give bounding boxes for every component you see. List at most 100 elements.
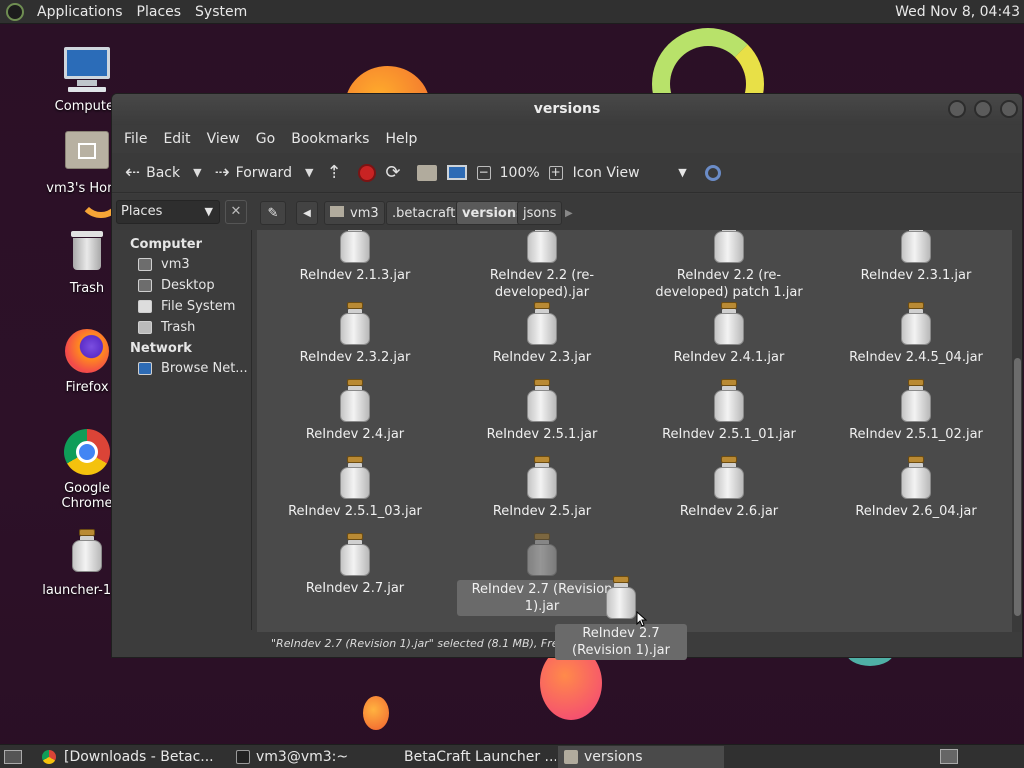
zoom-out-button[interactable]: −	[472, 158, 496, 188]
menu-help[interactable]: Help	[377, 131, 425, 147]
places-menu[interactable]: Places	[130, 0, 189, 24]
sidebar-item-file-system[interactable]: File System	[112, 296, 251, 317]
path-scroll-right-button[interactable]: ▶	[565, 208, 573, 219]
file-item[interactable]: ReIndev 2.5.jar	[457, 456, 627, 520]
mouse-pointer-icon	[636, 611, 648, 627]
file-icon-view[interactable]: ReIndev 2.1.3.jar ReIndev 2.2 (re-develo…	[257, 230, 1012, 632]
forward-button[interactable]: ⇢ Forward	[210, 158, 297, 188]
breadcrumb-label: vm3	[350, 206, 379, 221]
file-item[interactable]: ReIndev 2.3.jar	[457, 302, 627, 366]
zoom-level[interactable]: 100%	[500, 165, 540, 181]
file-item[interactable]: ReIndev 2.4.5_04.jar	[831, 302, 1001, 366]
file-item[interactable]: ReIndev 2.3.2.jar	[270, 302, 440, 366]
menu-edit[interactable]: Edit	[155, 131, 198, 147]
computer-button[interactable]	[442, 158, 472, 188]
reload-button[interactable]: ⟳	[381, 158, 412, 188]
sidebar-item-label: Trash	[161, 320, 196, 335]
file-item[interactable]: ReIndev 2.7.jar	[270, 533, 440, 597]
forward-history-dropdown-icon[interactable]: ▼	[305, 166, 313, 179]
maximize-button[interactable]	[974, 100, 992, 118]
file-item[interactable]: ReIndev 2.6_04.jar	[831, 456, 1001, 520]
file-item[interactable]: ReIndev 2.2 (re-developed) patch 1.jar	[644, 230, 814, 301]
taskbar-item-terminal[interactable]: vm3@vm3:~	[230, 746, 390, 768]
distro-logo-icon[interactable]	[6, 2, 24, 21]
jar-file-icon	[900, 379, 932, 423]
close-button[interactable]	[1000, 100, 1018, 118]
menu-file[interactable]: File	[116, 131, 155, 147]
home-button[interactable]	[412, 158, 442, 188]
home-icon	[416, 164, 437, 181]
system-menu[interactable]: System	[188, 0, 254, 24]
minimize-button[interactable]	[948, 100, 966, 118]
file-name: ReIndev 2.5.1_03.jar	[288, 504, 422, 519]
drive-icon	[138, 300, 152, 313]
view-mode-value: Icon View	[572, 164, 640, 181]
sidebar-item-label: File System	[161, 299, 236, 314]
file-name: ReIndev 2.5.1.jar	[486, 427, 598, 442]
menu-go[interactable]: Go	[248, 131, 283, 147]
view-mode-select[interactable]: Icon View ▼	[568, 158, 692, 188]
top-panel: Applications Places System Wed Nov 8, 04…	[0, 0, 1024, 24]
file-item[interactable]: ReIndev 2.5.1_03.jar	[270, 456, 440, 520]
vertical-scrollbar[interactable]	[1012, 230, 1022, 632]
back-history-dropdown-icon[interactable]: ▼	[193, 166, 201, 179]
up-button[interactable]: ⇡	[321, 158, 352, 188]
search-button[interactable]	[700, 158, 726, 188]
file-item[interactable]: ReIndev 2.4.jar	[270, 379, 440, 443]
workspace-switcher-icon[interactable]	[940, 749, 958, 764]
file-name: ReIndev 2.3.jar	[492, 350, 592, 365]
taskbar-item-betacraft[interactable]: BetaCraft Launcher ...	[392, 746, 556, 768]
jar-file-icon	[526, 456, 558, 500]
clock[interactable]: Wed Nov 8, 04:43	[895, 0, 1020, 24]
chevron-down-icon: ▼	[204, 205, 213, 218]
back-button[interactable]: ⇠ Back	[120, 158, 185, 188]
breadcrumb-betacraft[interactable]: .betacraft	[386, 201, 462, 225]
terminal-icon	[236, 749, 250, 764]
sidebar-item-vm3[interactable]: vm3	[112, 254, 251, 275]
file-item[interactable]: ReIndev 2.5.1_02.jar	[831, 379, 1001, 443]
back-arrow-icon: ⇠	[125, 162, 141, 183]
scrollbar-thumb[interactable]	[1014, 358, 1021, 616]
file-name: ReIndev 2.4.5_04.jar	[849, 350, 983, 365]
edit-location-button[interactable]: ✎	[260, 201, 286, 225]
sidebar-item-label: Desktop	[161, 278, 215, 293]
bottom-panel: [Downloads - Betac... vm3@vm3:~ BetaCraf…	[0, 744, 1024, 768]
breadcrumb-jsons[interactable]: jsons	[517, 201, 563, 225]
close-sidebar-button[interactable]: ✕	[225, 200, 247, 224]
menu-view[interactable]: View	[199, 131, 248, 147]
file-name: ReIndev 2.2 (re-developed) patch 1.jar	[655, 268, 803, 300]
file-item[interactable]: ReIndev 2.1.3.jar	[270, 230, 440, 284]
file-item[interactable]: ReIndev 2.5.1.jar	[457, 379, 627, 443]
trash-icon	[62, 227, 112, 277]
jar-file-icon	[900, 302, 932, 346]
file-name: ReIndev 2.7.jar	[305, 581, 405, 596]
menu-bookmarks[interactable]: Bookmarks	[283, 131, 377, 147]
sidebar-mode-select[interactable]: Places ▼	[116, 200, 220, 224]
show-desktop-icon[interactable]	[4, 749, 22, 764]
applications-menu[interactable]: Applications	[30, 0, 130, 24]
stop-button[interactable]	[353, 158, 381, 188]
taskbar-item-versions[interactable]: versions	[558, 745, 724, 768]
menu-bar: File Edit View Go Bookmarks Help	[112, 125, 1022, 153]
sidebar-item-browse-network[interactable]: Browse Net...	[112, 358, 251, 379]
breadcrumb-vm3[interactable]: vm3	[324, 201, 385, 225]
places-sidebar: Computer vm3 Desktop File System Trash N…	[112, 230, 252, 630]
forward-arrow-icon: ⇢	[214, 162, 230, 183]
file-item[interactable]: ReIndev 2.6.jar	[644, 456, 814, 520]
desktop-icon	[138, 279, 152, 292]
taskbar-item-downloads[interactable]: [Downloads - Betac...	[58, 746, 228, 768]
file-name: ReIndev 2.2 (re-developed).jar	[489, 268, 595, 300]
path-scroll-left-button[interactable]: ◀	[296, 201, 318, 225]
file-item[interactable]: ReIndev 2.2 (re-developed).jar	[457, 230, 627, 301]
sidebar-item-desktop[interactable]: Desktop	[112, 275, 251, 296]
file-item[interactable]: ReIndev 2.3.1.jar	[831, 230, 1001, 284]
zoom-in-button[interactable]: +	[544, 158, 568, 188]
file-item[interactable]: ReIndev 2.4.1.jar	[644, 302, 814, 366]
jar-file-icon	[713, 230, 745, 264]
window-titlebar[interactable]: versions	[112, 94, 1022, 125]
file-name: ReIndev 2.6_04.jar	[855, 504, 977, 519]
file-item[interactable]: ReIndev 2.5.1_01.jar	[644, 379, 814, 443]
jar-file-icon	[900, 456, 932, 500]
sidebar-item-label: Browse Net...	[161, 361, 248, 376]
sidebar-item-trash[interactable]: Trash	[112, 317, 251, 338]
